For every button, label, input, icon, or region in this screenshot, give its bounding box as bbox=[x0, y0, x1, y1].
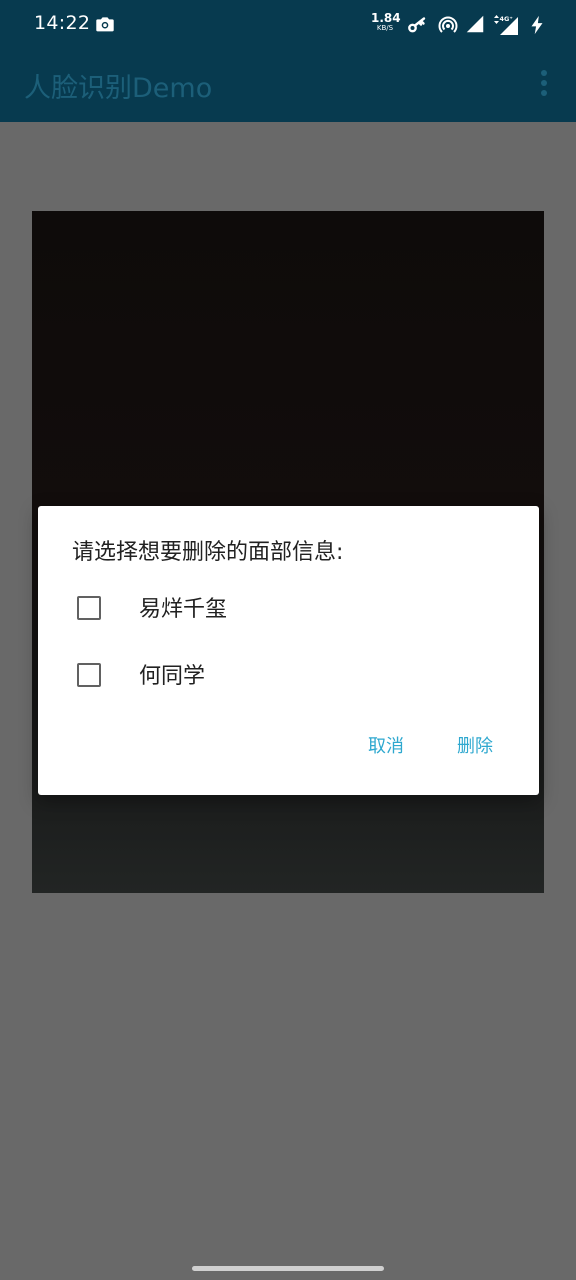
network-speed-unit: KB/S bbox=[376, 24, 394, 32]
key-icon bbox=[405, 13, 429, 37]
app-bar: 人脸识别Demo bbox=[0, 50, 576, 122]
charging-icon bbox=[526, 13, 550, 37]
delete-face-dialog: 请选择想要删除的面部信息: 易烊千玺 何同学 取消 删除 bbox=[38, 506, 539, 795]
signal-4g-icon: 4G⁺ bbox=[490, 13, 522, 37]
navigation-handle[interactable] bbox=[192, 1266, 384, 1271]
checkbox[interactable] bbox=[77, 596, 101, 620]
face-option-row[interactable]: 易烊千玺 bbox=[38, 577, 539, 637]
network-speed-value: 1.84 bbox=[371, 11, 401, 25]
face-option-row[interactable]: 何同学 bbox=[38, 644, 539, 704]
signal-icon bbox=[464, 13, 488, 37]
face-option-label: 何同学 bbox=[139, 664, 206, 689]
more-vert-icon[interactable] bbox=[526, 68, 562, 104]
hotspot-icon bbox=[436, 13, 460, 37]
status-time: 14:22 bbox=[34, 12, 91, 34]
camera-icon bbox=[94, 13, 118, 37]
delete-button[interactable]: 删除 bbox=[457, 732, 493, 758]
status-bar: 14:22 1.84 KB/S 4G⁺ bbox=[0, 0, 576, 50]
svg-text:4G⁺: 4G⁺ bbox=[500, 15, 513, 23]
checkbox[interactable] bbox=[77, 663, 101, 687]
cancel-button[interactable]: 取消 bbox=[368, 732, 404, 758]
network-speed: 1.84 KB/S bbox=[371, 11, 401, 32]
dialog-title: 请选择想要删除的面部信息: bbox=[72, 540, 344, 565]
face-option-label: 易烊千玺 bbox=[139, 597, 228, 622]
app-title: 人脸识别Demo bbox=[24, 73, 213, 104]
